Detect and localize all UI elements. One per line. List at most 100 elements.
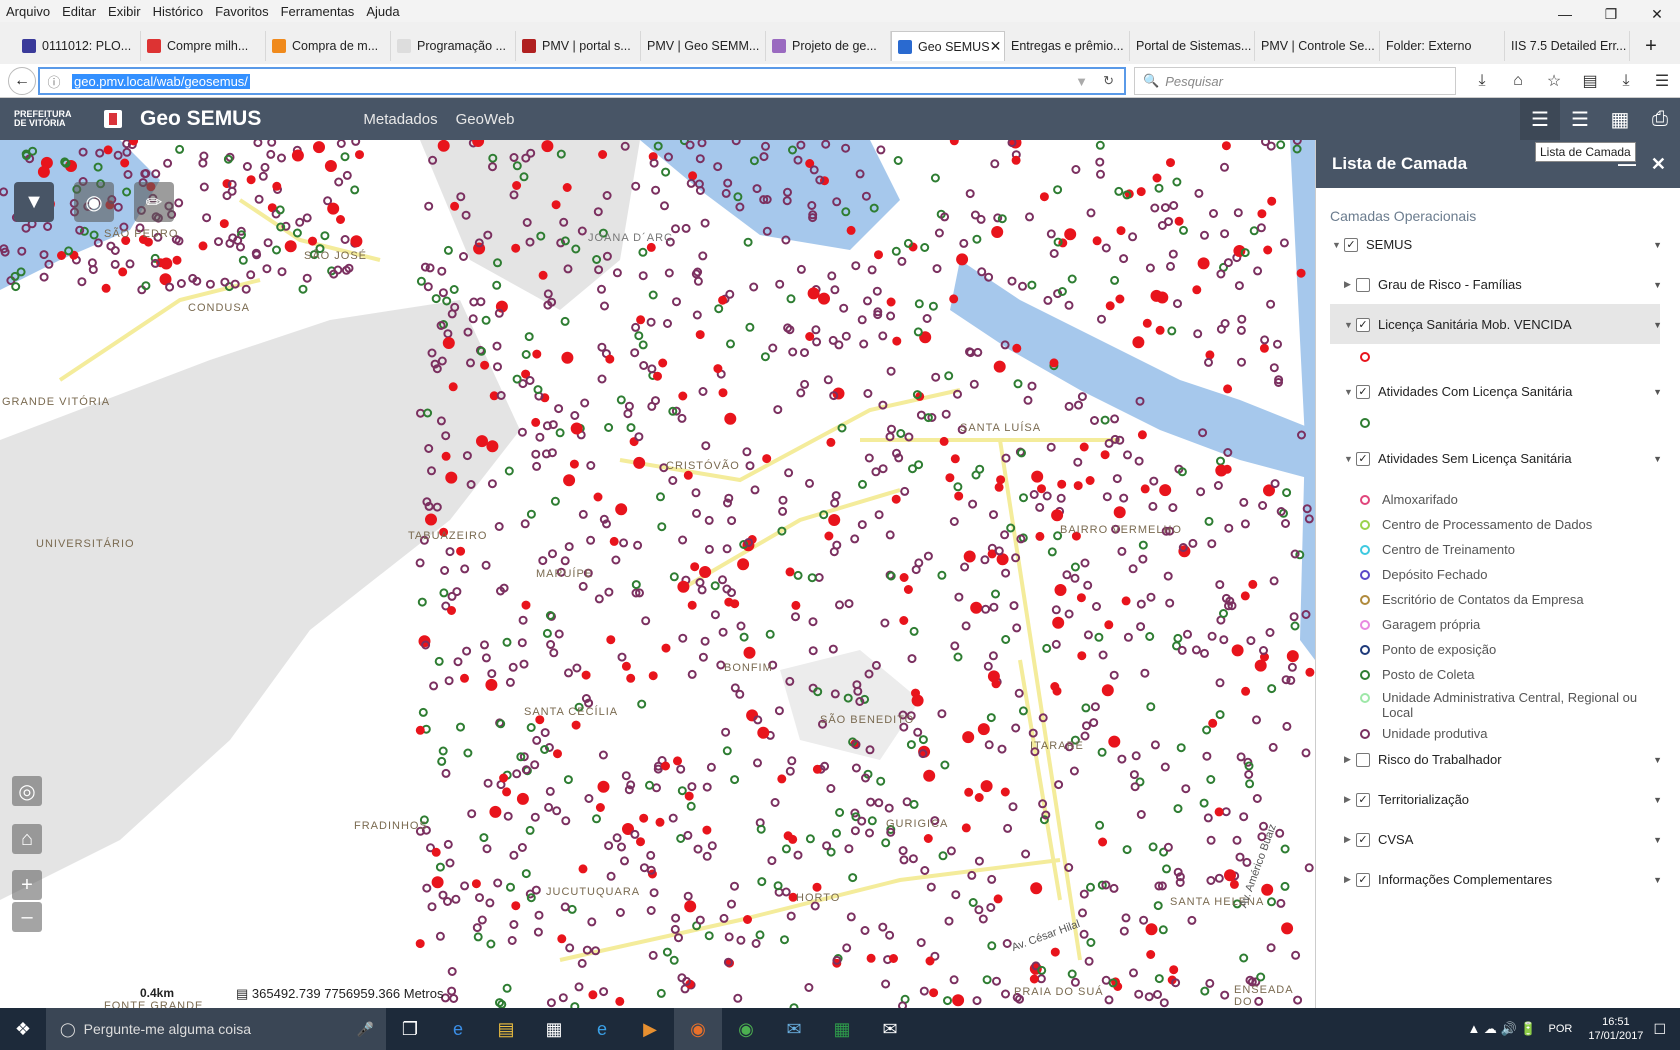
map-point[interactable] <box>1155 325 1165 335</box>
print-icon[interactable]: ⎙ <box>1640 98 1680 140</box>
map-point[interactable] <box>646 242 656 252</box>
map-point[interactable] <box>952 994 965 1007</box>
map-point[interactable] <box>993 360 1006 373</box>
map-point[interactable] <box>486 440 499 453</box>
map-point[interactable] <box>1259 343 1269 353</box>
menu-exibir[interactable]: Exibir <box>102 4 147 19</box>
map-point[interactable] <box>1100 450 1110 460</box>
map-point[interactable] <box>489 805 502 818</box>
map-point[interactable] <box>1267 196 1277 206</box>
map-point[interactable] <box>1000 787 1010 797</box>
map-point[interactable] <box>441 451 451 461</box>
map-point[interactable] <box>683 470 693 480</box>
map-point[interactable] <box>1261 883 1274 896</box>
map-point[interactable] <box>889 954 898 963</box>
map-point[interactable] <box>431 876 444 889</box>
map-point[interactable] <box>648 671 658 681</box>
map-point[interactable] <box>606 635 616 645</box>
map-point[interactable] <box>1221 141 1231 151</box>
menu-arquivo[interactable]: Arquivo <box>0 4 56 19</box>
expand-icon[interactable]: ▶ <box>1344 874 1356 885</box>
map-point[interactable] <box>246 175 256 185</box>
map-point[interactable] <box>553 749 562 759</box>
layer-menu-icon[interactable]: ▼ <box>1653 240 1662 250</box>
language-indicator[interactable]: POR <box>1549 1023 1573 1035</box>
checkbox[interactable]: ✓ <box>1356 384 1370 399</box>
notifications-icon[interactable]: ☐ <box>1653 1021 1666 1038</box>
tab-9[interactable]: Portal de Sistemas... <box>1130 31 1255 61</box>
expand-icon[interactable]: ▶ <box>1344 279 1356 290</box>
map-point[interactable] <box>1132 336 1145 349</box>
address-bar[interactable]: ⓘ geo.pmv.local/wab/geosemus/ ▼ ↻ <box>38 67 1126 95</box>
map-point[interactable] <box>636 315 646 325</box>
layer-menu-icon[interactable]: ▼ <box>1653 320 1662 330</box>
map-point[interactable] <box>788 834 798 844</box>
map-point[interactable] <box>1146 950 1156 959</box>
map-point[interactable] <box>499 773 509 783</box>
tab-1[interactable]: Compre milh... <box>141 31 266 61</box>
map-point[interactable] <box>673 756 682 766</box>
link-metadados[interactable]: Metadados <box>363 111 437 128</box>
map-point[interactable] <box>1113 506 1126 519</box>
checkbox[interactable] <box>1356 277 1370 292</box>
map-point[interactable] <box>962 731 975 744</box>
map-point[interactable] <box>415 939 425 949</box>
map-point[interactable] <box>57 251 66 260</box>
map-point[interactable] <box>718 388 728 398</box>
map-point[interactable] <box>308 236 317 246</box>
layer-menu-icon[interactable]: ▼ <box>1653 755 1662 765</box>
layer-row-selected[interactable]: ▼ ✓ Licença Sanitária Mob. VENCIDA ▼ <box>1344 317 1662 332</box>
map-point[interactable] <box>448 382 458 392</box>
tray-icons[interactable]: ▲ ☁ 🔊 🔋 <box>1467 1021 1536 1037</box>
windows-start-icon[interactable]: ❖ <box>0 1008 46 1050</box>
map-point[interactable] <box>1051 509 1064 522</box>
bookmark-star-icon[interactable]: ☆ <box>1536 71 1572 91</box>
checkbox[interactable]: ✓ <box>1356 317 1370 332</box>
map-point[interactable] <box>562 183 572 192</box>
map-point[interactable] <box>1150 289 1163 302</box>
map-point[interactable] <box>615 996 625 1006</box>
map-point[interactable] <box>460 673 469 683</box>
map-point[interactable] <box>531 417 541 427</box>
map-point[interactable] <box>636 837 645 847</box>
map-point[interactable] <box>313 141 325 154</box>
map-point[interactable] <box>521 600 531 610</box>
layer-menu-icon[interactable]: ▼ <box>1653 280 1662 290</box>
map-point[interactable] <box>993 894 1003 904</box>
chrome-icon[interactable]: ◉ <box>722 1008 770 1050</box>
map-point[interactable] <box>1037 484 1046 494</box>
map-point[interactable] <box>532 349 542 359</box>
map-point[interactable] <box>956 253 969 266</box>
map-point[interactable] <box>886 297 896 307</box>
map-point[interactable] <box>595 803 605 812</box>
maximize-icon[interactable]: ❐ <box>1588 0 1634 28</box>
map-point[interactable] <box>807 287 820 300</box>
map-point[interactable] <box>456 546 466 556</box>
layer-menu-icon[interactable]: ▼ <box>1653 875 1662 885</box>
map-point[interactable] <box>1223 384 1233 394</box>
map-point[interactable] <box>1031 470 1044 483</box>
map-point[interactable] <box>476 435 488 448</box>
layer-row[interactable]: ▶ ✓ Informações Complementares ▼ <box>1344 872 1662 887</box>
menu-editar[interactable]: Editar <box>56 4 102 19</box>
layer-row[interactable]: ▶ ✓ CVSA ▼ <box>1344 832 1662 847</box>
map-view[interactable]: JOANA D´ARC SÃO PEDRO SÃO JOSÉ CONDUSA G… <box>0 140 1315 1008</box>
url-text[interactable]: geo.pmv.local/wab/geosemus/ <box>72 73 250 89</box>
map-point[interactable] <box>1079 442 1089 452</box>
map-point[interactable] <box>866 953 876 963</box>
map-point[interactable] <box>687 600 697 610</box>
map-point[interactable] <box>1116 226 1126 236</box>
map-point[interactable] <box>684 900 697 913</box>
map-point[interactable] <box>690 562 700 572</box>
tab-2[interactable]: Compra de m... <box>266 31 391 61</box>
map-point[interactable] <box>626 673 636 683</box>
map-point[interactable] <box>980 780 993 793</box>
map-point[interactable] <box>502 787 512 797</box>
map-point[interactable] <box>1248 579 1258 589</box>
new-tab-icon[interactable]: + <box>1636 35 1666 58</box>
map-point[interactable] <box>561 351 574 364</box>
reload-icon[interactable]: ↻ <box>1103 73 1114 89</box>
map-point[interactable] <box>425 513 437 526</box>
tab-0[interactable]: 0111012: PLO... <box>16 31 141 61</box>
map-point[interactable] <box>655 817 665 827</box>
